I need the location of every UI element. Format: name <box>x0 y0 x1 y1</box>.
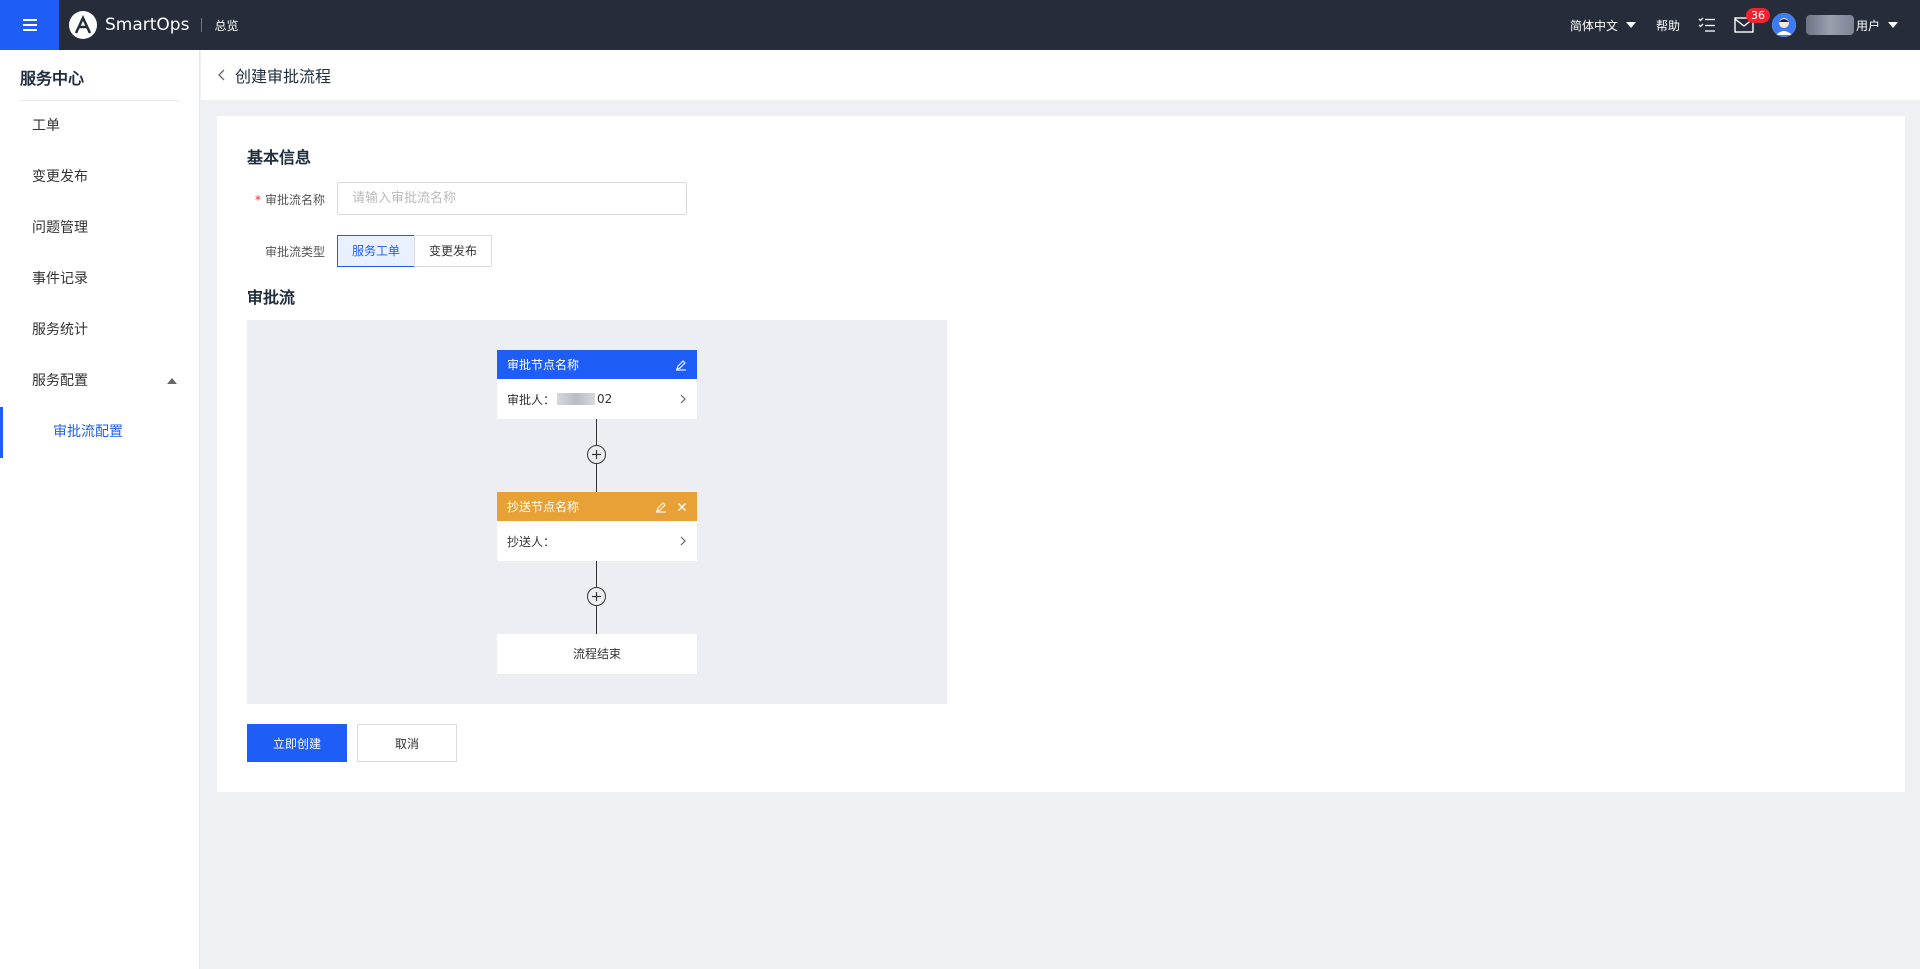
approval-node-name: 审批节点名称 <box>507 358 580 372</box>
add-node-button[interactable] <box>587 445 606 464</box>
sidebar-title: 服务中心 <box>20 69 85 88</box>
approval-flow-title: 审批流 <box>247 288 296 307</box>
page-header: 创建审批流程 <box>201 50 1920 100</box>
sidebar: 服务中心 工单 变更发布 问题管理 事件记录 服务统计 服务配置 审批流配置 <box>0 50 200 969</box>
back-button[interactable] <box>217 69 227 81</box>
nav-overview-link[interactable]: 总览 <box>214 17 238 34</box>
plus-icon <box>592 450 601 459</box>
user-menu[interactable]: 用户 <box>1805 15 1898 35</box>
plus-icon <box>592 592 601 601</box>
cc-node[interactable]: 抄送节点名称 抄送人： <box>497 492 697 561</box>
sidebar-item-tickets[interactable]: 工单 <box>0 101 199 152</box>
logo-icon <box>69 11 97 39</box>
page-title: 创建审批流程 <box>235 67 332 86</box>
label-text: 审批流名称 <box>265 193 326 207</box>
user-avatar-icon <box>1771 13 1796 37</box>
cc-node-header: 抄送节点名称 <box>497 492 697 521</box>
app-logo[interactable]: SmartOps <box>69 11 189 39</box>
sidebar-item-event-records[interactable]: 事件记录 <box>0 254 199 305</box>
language-label: 简体中文 <box>1569 18 1618 33</box>
edit-icon <box>656 501 666 513</box>
basic-info-title: 基本信息 <box>247 148 312 167</box>
close-icon <box>678 502 686 511</box>
edit-button[interactable] <box>655 501 667 513</box>
chevron-left-icon <box>218 69 225 81</box>
approver-label: 审批人： <box>507 392 556 407</box>
connector-line <box>596 464 597 492</box>
cc-recipient-row[interactable]: 抄送人： <box>497 521 697 561</box>
flow-canvas: 审批节点名称 审批人： 02 抄送节点名称 抄送人： 流程结束 <box>247 320 947 704</box>
connector-line <box>596 419 597 445</box>
approval-type-label: 审批流类型 <box>265 245 326 259</box>
language-selector[interactable]: 简体中文 <box>1570 17 1636 34</box>
sidebar-item-label: 服务配置 <box>32 373 88 389</box>
edit-button[interactable] <box>675 359 687 371</box>
approval-name-label: * 审批流名称 <box>255 191 325 208</box>
chevron-right-icon <box>679 535 687 547</box>
caret-up-icon <box>167 378 177 384</box>
app-name: SmartOps <box>105 15 190 35</box>
approver-value: 审批人： 02 <box>507 391 679 408</box>
unread-count-badge: 36 <box>1745 8 1770 23</box>
caret-down-icon <box>1888 22 1898 28</box>
cancel-button[interactable]: 取消 <box>357 724 457 762</box>
delete-node-button[interactable] <box>677 502 687 512</box>
approval-node[interactable]: 审批节点名称 审批人： 02 <box>497 350 697 419</box>
chevron-right-icon <box>679 393 687 405</box>
edit-icon <box>676 359 686 371</box>
cc-label: 抄送人： <box>507 534 556 549</box>
connector-line <box>596 606 597 634</box>
top-navigation-bar: SmartOps 总览 简体中文 帮助 36 用户 <box>0 0 1920 50</box>
caret-down-icon <box>1625 22 1636 28</box>
form-card: 基本信息 * 审批流名称 审批流类型 服务工单 变更发布 审批流 审批节点名称 审… <box>217 116 1905 792</box>
help-link[interactable]: 帮助 <box>1656 17 1680 34</box>
divider <box>201 18 203 32</box>
approval-name-input[interactable] <box>337 182 687 215</box>
sidebar-item-change-release[interactable]: 变更发布 <box>0 152 199 203</box>
top-right-actions: 简体中文 帮助 36 用户 <box>1570 0 1898 50</box>
add-node-button[interactable] <box>587 587 606 606</box>
type-option-change-release[interactable]: 变更发布 <box>414 235 493 267</box>
hamburger-icon <box>22 19 37 31</box>
connector-line <box>596 561 597 587</box>
sidebar-item-service-config[interactable]: 服务配置 <box>0 356 199 407</box>
task-list-button[interactable] <box>1698 17 1716 33</box>
approval-type-selector: 服务工单 变更发布 <box>337 235 493 267</box>
cc-node-name: 抄送节点名称 <box>507 500 580 514</box>
approval-node-header: 审批节点名称 <box>497 350 697 379</box>
required-mark: * <box>255 193 261 207</box>
sidebar-item-problem-management[interactable]: 问题管理 <box>0 203 199 254</box>
user-name-suffix: 用户 <box>1855 18 1880 33</box>
sidebar-item-approval-flow-config[interactable]: 审批流配置 <box>0 407 199 458</box>
approver-suffix: 02 <box>597 392 613 406</box>
type-option-service-ticket[interactable]: 服务工单 <box>337 235 416 267</box>
create-now-button[interactable]: 立即创建 <box>247 724 347 762</box>
flow-end-node: 流程结束 <box>497 634 697 674</box>
task-list-icon <box>1698 17 1715 32</box>
redacted-approver <box>557 393 596 405</box>
messages-button[interactable]: 36 <box>1734 8 1770 33</box>
avatar[interactable] <box>1771 13 1796 37</box>
redacted-username <box>1805 15 1854 35</box>
hamburger-menu-button[interactable] <box>0 0 59 50</box>
approver-row[interactable]: 审批人： 02 <box>497 379 697 419</box>
sidebar-item-service-stats[interactable]: 服务统计 <box>0 305 199 356</box>
